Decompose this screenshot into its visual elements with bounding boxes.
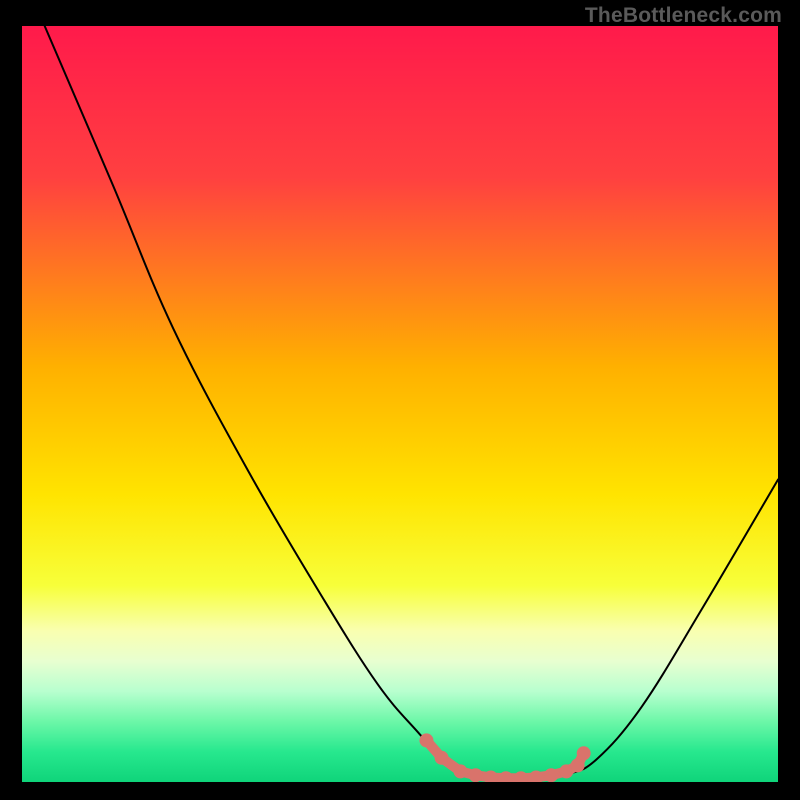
highlight-dot: [419, 733, 433, 747]
highlight-dot: [571, 758, 585, 772]
chart-frame: TheBottleneck.com: [0, 0, 800, 800]
highlight-dot: [453, 764, 467, 778]
gradient-background: [22, 26, 778, 782]
plot-area: [22, 26, 778, 782]
highlight-dot: [577, 746, 591, 760]
highlight-dot: [435, 751, 449, 765]
plot-svg: [22, 26, 778, 782]
highlight-dot: [469, 768, 483, 782]
watermark-text: TheBottleneck.com: [585, 4, 782, 28]
highlight-dot: [544, 768, 558, 782]
